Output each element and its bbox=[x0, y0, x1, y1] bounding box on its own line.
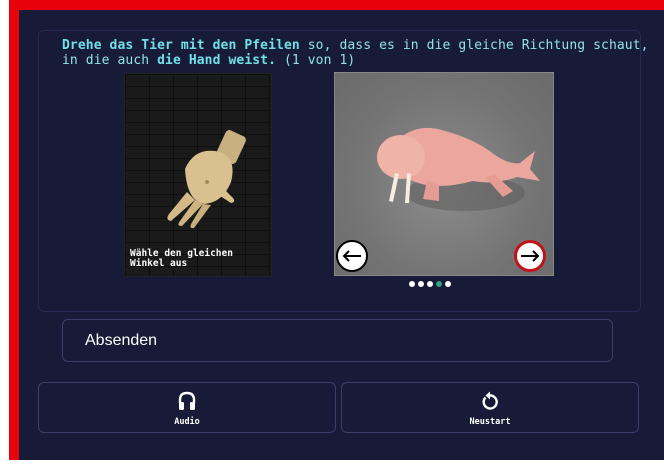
frame-border-top bbox=[9, 0, 664, 10]
instruction-emphasis-2: die Hand weist. bbox=[157, 53, 277, 68]
audio-button[interactable]: Audio bbox=[38, 382, 336, 433]
refresh-icon bbox=[482, 391, 498, 410]
challenge-frame: Drehe das Tier mit den Pfeilen so, dass … bbox=[0, 0, 664, 467]
rotate-right-button[interactable] bbox=[514, 240, 546, 272]
carousel-dot bbox=[427, 281, 433, 287]
restart-label: Neustart bbox=[469, 417, 511, 427]
carousel-dot bbox=[445, 281, 451, 287]
submit-button[interactable]: Absenden bbox=[62, 319, 613, 362]
headphones-icon bbox=[178, 391, 196, 410]
carousel-indicator bbox=[409, 281, 451, 289]
submit-label: Absenden bbox=[85, 331, 158, 349]
carousel-dot bbox=[436, 281, 442, 287]
wooden-hand-icon bbox=[167, 130, 246, 229]
restart-button[interactable]: Neustart bbox=[341, 382, 639, 433]
carousel-dot bbox=[409, 281, 415, 287]
reference-hand-image: Wähle den gleichen Winkel aus bbox=[124, 73, 272, 277]
arrow-left-icon bbox=[342, 250, 361, 262]
reference-caption: Wähle den gleichen Winkel aus bbox=[130, 248, 233, 269]
frame-border-left bbox=[9, 0, 19, 460]
audio-label: Audio bbox=[174, 417, 200, 427]
rotate-left-button[interactable] bbox=[336, 240, 368, 272]
arrow-right-icon bbox=[521, 250, 540, 262]
instruction-text: Drehe das Tier mit den Pfeilen so, dass … bbox=[62, 38, 652, 68]
carousel-dot bbox=[418, 281, 424, 287]
instruction-progress: (1 von 1) bbox=[276, 53, 356, 68]
instruction-emphasis-1: Drehe das Tier mit den Pfeilen bbox=[62, 38, 300, 53]
